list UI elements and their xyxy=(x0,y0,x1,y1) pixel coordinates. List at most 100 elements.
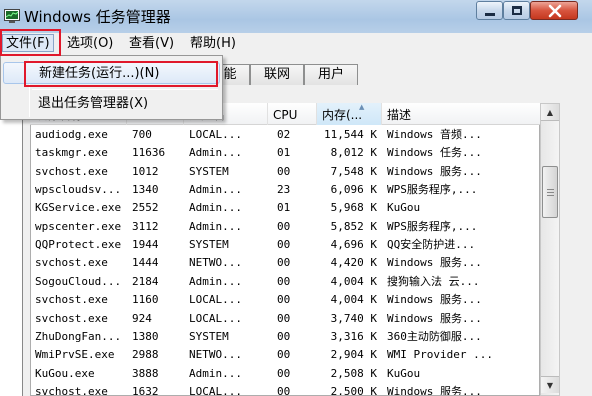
menu-view[interactable]: 查看(V) xyxy=(128,35,175,53)
menu-help[interactable]: 帮助(H) xyxy=(189,35,237,53)
cell-desc: WMI Provider ... xyxy=(387,348,493,362)
cell-name: wpscenter.exe xyxy=(35,219,122,233)
grip-line xyxy=(547,189,554,190)
cell-mem: 4,420 K xyxy=(330,256,377,270)
menu-bar: 文件(F) 选项(O) 查看(V) 帮助(H) xyxy=(0,33,592,54)
cell-pid: 2988 xyxy=(132,348,159,362)
cell-desc: Windows 服务... xyxy=(387,164,482,178)
cell-desc: 搜狗输入法 云... xyxy=(387,274,480,288)
table-row[interactable]: WmiPrvSE.exe 2988 NETWO... 00 2,904 K WMI Pro… xyxy=(31,346,539,364)
cell-cpu: 00 xyxy=(277,384,291,396)
close-button[interactable] xyxy=(530,1,578,20)
highlight-box-new-task xyxy=(24,61,218,87)
cell-cpu: 00 xyxy=(277,311,291,325)
cell-pid: 924 xyxy=(132,311,152,325)
cell-name: wpscloudsv... xyxy=(35,183,122,197)
cell-user: SYSTEM xyxy=(189,164,229,178)
sort-arrow-icon: ▲ xyxy=(359,103,365,111)
menu-item-exit[interactable]: 退出任务管理器(X) xyxy=(3,93,220,115)
minimize-button[interactable] xyxy=(476,1,503,20)
table-row[interactable]: KuGou.exe 3888 Admin... 00 2,508 K KuGou xyxy=(31,365,539,383)
cell-user: SYSTEM xyxy=(189,329,229,343)
cell-desc: QQ安全防护进... xyxy=(387,238,476,252)
cell-user: Admin... xyxy=(189,183,242,197)
maximize-button[interactable] xyxy=(503,1,530,20)
cell-cpu: 00 xyxy=(277,274,291,288)
task-manager-icon xyxy=(4,9,20,23)
cell-desc: Windows 服务... xyxy=(387,256,482,270)
scroll-thumb[interactable] xyxy=(542,166,558,218)
cell-user: Admin... xyxy=(189,201,242,215)
cell-desc: WPS服务程序,... xyxy=(387,183,478,197)
cell-pid: 2184 xyxy=(132,274,159,288)
cell-desc: Windows 音频... xyxy=(387,128,482,141)
cell-pid: 1632 xyxy=(132,384,159,396)
scroll-up-button[interactable]: ▲ xyxy=(541,104,559,121)
cell-cpu: 00 xyxy=(277,366,291,380)
cell-pid: 3888 xyxy=(132,366,159,380)
cell-cpu: 00 xyxy=(277,348,291,362)
column-cpu[interactable]: CPU xyxy=(268,103,317,125)
cell-mem: 4,696 K xyxy=(330,238,377,252)
minimize-icon xyxy=(485,13,495,16)
cell-desc: 360主动防御服... xyxy=(387,329,482,343)
tab-networking[interactable]: 联网 xyxy=(250,64,304,85)
cell-mem: 6,096 K xyxy=(330,183,377,197)
column-description[interactable]: 描述 xyxy=(382,103,540,125)
cell-mem: 4,004 K xyxy=(330,274,377,288)
cell-mem: 4,004 K xyxy=(330,293,377,307)
cell-pid: 1160 xyxy=(132,293,159,307)
table-row[interactable]: svchost.exe 1444 NETWO... 00 4,420 K Windows … xyxy=(31,254,539,272)
cell-desc: WPS服务程序,... xyxy=(387,219,478,233)
cell-user: SYSTEM xyxy=(189,238,229,252)
cell-user: Admin... xyxy=(189,366,242,380)
table-row[interactable]: SogouCloud... 2184 Admin... 00 4,004 K 搜狗输入法 … xyxy=(31,273,539,291)
menu-separator xyxy=(32,89,218,90)
highlight-box-file-menu xyxy=(0,29,61,56)
cell-pid: 1944 xyxy=(132,238,159,252)
cell-name: QQProtect.exe xyxy=(35,238,122,252)
cell-name: svchost.exe xyxy=(35,311,108,325)
cell-desc: Windows 服务... xyxy=(387,311,482,325)
cell-pid: 1012 xyxy=(132,164,159,178)
table-row[interactable]: KGService.exe 2552 Admin... 01 5,968 K KuGou xyxy=(31,199,539,217)
cell-pid: 1380 xyxy=(132,329,159,343)
tab-users[interactable]: 用户 xyxy=(304,64,358,85)
table-row[interactable]: QQProtect.exe 1944 SYSTEM 00 4,696 K QQ安全防护进.… xyxy=(31,236,539,254)
cell-pid: 1444 xyxy=(132,256,159,270)
table-row[interactable]: svchost.exe 1632 LOCAL... 00 2,500 K Windows … xyxy=(31,383,539,396)
cell-user: Admin... xyxy=(189,219,242,233)
table-row[interactable]: svchost.exe 1160 LOCAL... 00 4,004 K Windows … xyxy=(31,291,539,309)
maximize-icon xyxy=(512,6,522,15)
cell-name: KuGou.exe xyxy=(35,366,95,380)
cell-cpu: 23 xyxy=(277,183,291,197)
scroll-down-button[interactable]: ▼ xyxy=(541,376,559,393)
table-row[interactable]: wpscenter.exe 3112 Admin... 00 5,852 K WPS服务程… xyxy=(31,218,539,236)
cell-name: taskmgr.exe xyxy=(35,146,108,160)
cell-desc: Windows 任务... xyxy=(387,146,482,160)
process-list[interactable]: audiodg.exe 700 LOCAL... 02 11,544 K Windows … xyxy=(30,103,540,396)
cell-cpu: 00 xyxy=(277,219,291,233)
grip-line xyxy=(547,192,554,193)
menu-options[interactable]: 选项(O) xyxy=(66,35,114,53)
cell-name: svchost.exe xyxy=(35,256,108,270)
cell-cpu: 00 xyxy=(277,329,291,343)
cell-desc: KuGou xyxy=(387,366,421,380)
table-row[interactable]: audiodg.exe 700 LOCAL... 02 11,544 K Windows … xyxy=(31,126,539,144)
cell-cpu: 00 xyxy=(277,238,291,252)
column-memory-label: 内存(... xyxy=(322,108,363,122)
cell-user: NETWO... xyxy=(189,256,242,270)
grip-line xyxy=(547,195,554,196)
column-memory[interactable]: ▲ 内存(... xyxy=(317,103,382,125)
cell-mem: 7,548 K xyxy=(330,164,377,178)
table-row[interactable]: wpscloudsv... 1340 Admin... 23 6,096 K WPS服务程… xyxy=(31,181,539,199)
cell-desc: Windows 服务... xyxy=(387,384,482,396)
vertical-scrollbar[interactable]: ▲ ▼ xyxy=(540,103,560,396)
table-row[interactable]: ZhuDongFan... 1380 SYSTEM 00 3,316 K 360主动防御服… xyxy=(31,328,539,346)
cell-cpu: 00 xyxy=(277,164,291,178)
cell-desc: Windows 服务... xyxy=(387,293,482,307)
table-row[interactable]: svchost.exe 1012 SYSTEM 00 7,548 K Windows 服务… xyxy=(31,163,539,181)
table-row[interactable]: taskmgr.exe 11636 Admin... 01 8,012 K Windows… xyxy=(31,144,539,162)
table-row[interactable]: svchost.exe 924 LOCAL... 00 3,740 K Windows 服… xyxy=(31,310,539,328)
cell-user: Admin... xyxy=(189,274,242,288)
